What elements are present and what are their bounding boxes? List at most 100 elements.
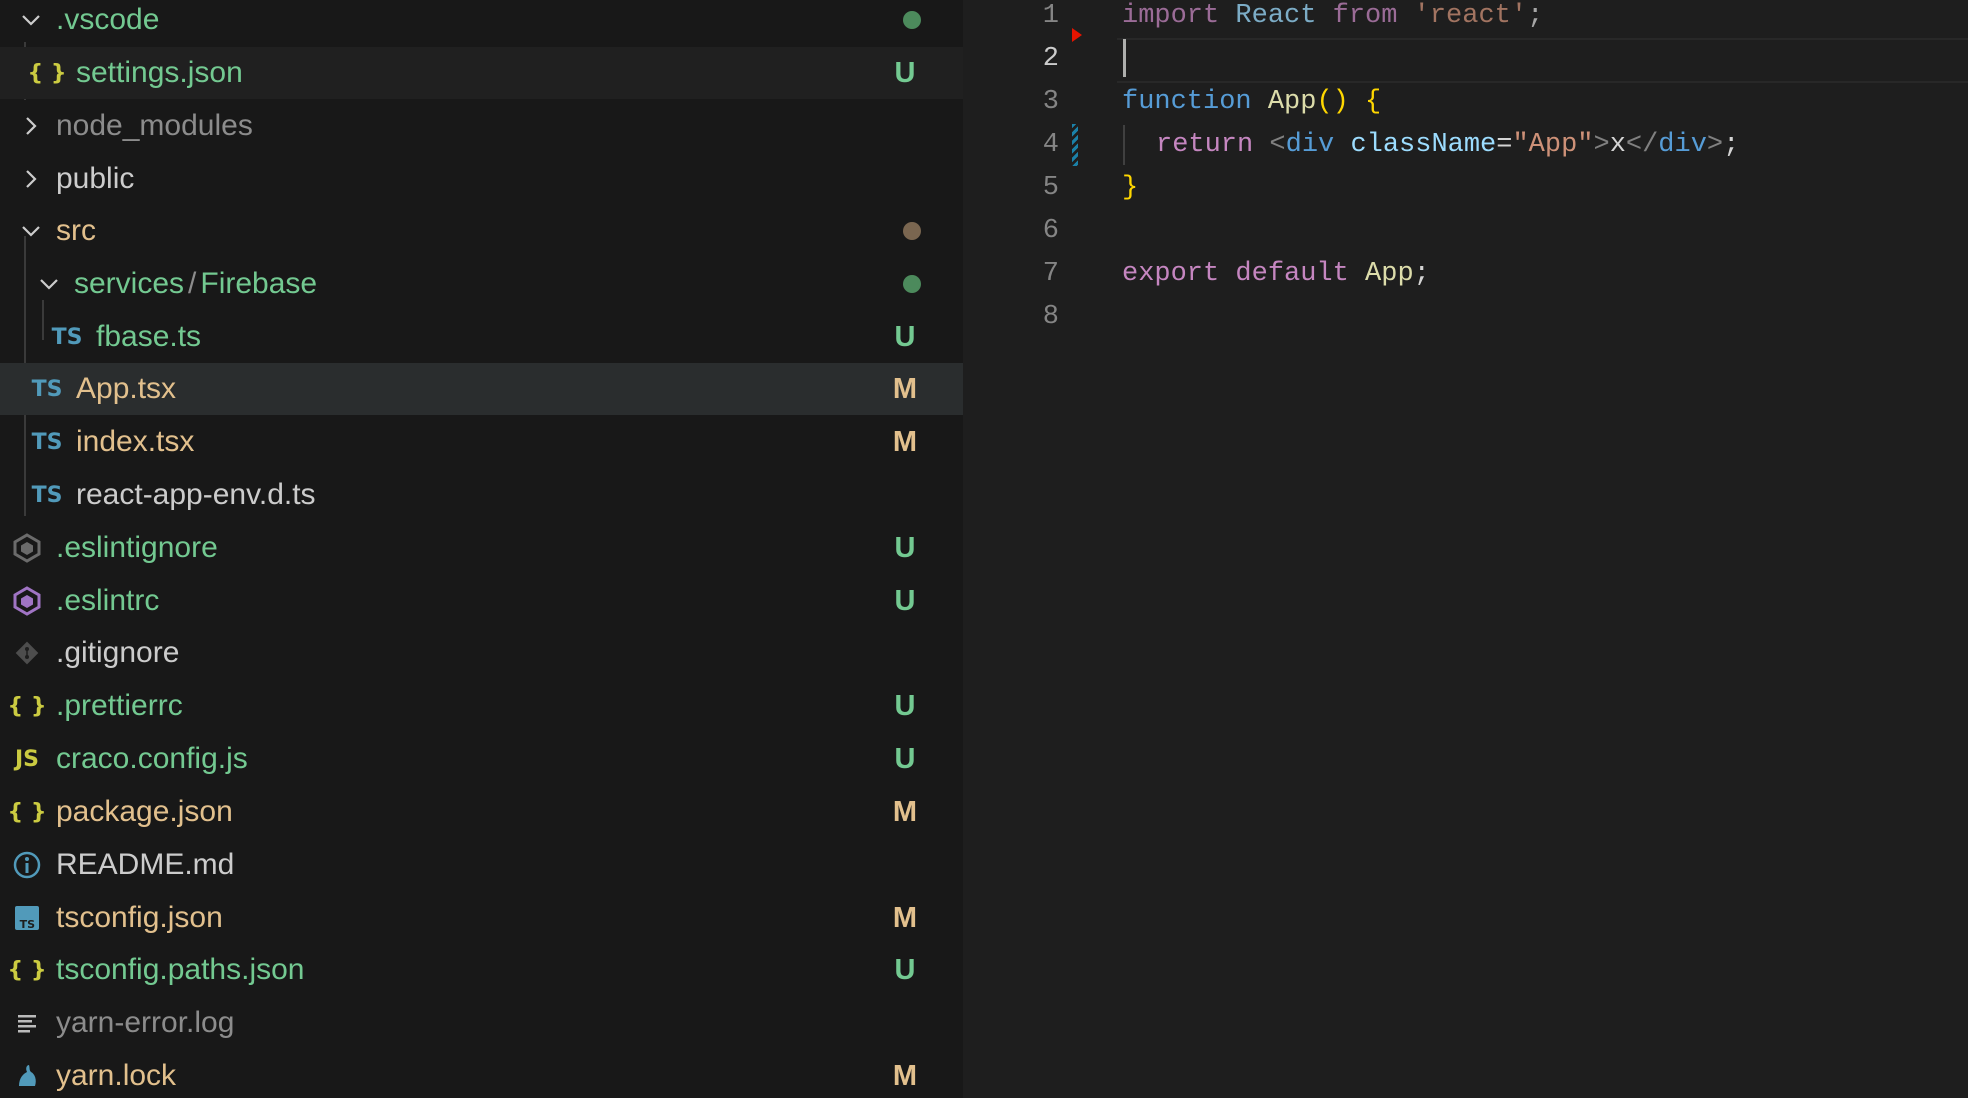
git-status-badge: M: [892, 1059, 918, 1092]
line-number: 8: [1042, 301, 1059, 332]
file-row-fbase-ts[interactable]: TS fbase.ts U: [0, 311, 963, 363]
file-row-tsconfig-json[interactable]: TS tsconfig.json M: [0, 892, 963, 944]
svg-text:TS: TS: [20, 918, 36, 931]
identifier-token: App: [1365, 258, 1414, 289]
file-row-yarn-lock[interactable]: yarn.lock M: [0, 1050, 963, 1098]
chevron-down-icon[interactable]: [16, 5, 46, 35]
line-number: 1: [1042, 0, 1059, 31]
code-line[interactable]: 3 function App() {: [963, 80, 1968, 123]
file-row-settings-json[interactable]: { } settings.json U: [0, 47, 963, 99]
punctuation-token: ;: [1527, 0, 1544, 31]
json-file-icon: { }: [7, 693, 47, 719]
folder-name-firebase: Firebase: [200, 267, 318, 300]
tsconfig-icon: TS: [8, 904, 46, 932]
punctuation-token: ;: [1723, 129, 1740, 160]
git-status-badge: M: [892, 901, 918, 934]
status-dot: [903, 275, 921, 293]
code-line[interactable]: 5 }: [963, 166, 1968, 209]
json-file-icon: { }: [27, 60, 67, 86]
code-line[interactable]: 6: [963, 209, 1968, 252]
log-file-icon: [8, 1010, 46, 1036]
typescript-file-icon: TS: [31, 376, 63, 402]
line-number: 6: [1042, 215, 1059, 246]
file-name: craco.config.js: [56, 742, 248, 775]
tag-bracket-token: <: [1269, 129, 1286, 160]
file-name: fbase.ts: [96, 320, 202, 353]
folder-name: .vscode: [56, 3, 160, 36]
code-line[interactable]: 7 export default App;: [963, 252, 1968, 295]
code-line-current[interactable]: 2: [963, 37, 1968, 80]
punctuation-token: =: [1496, 129, 1513, 160]
chevron-right-icon[interactable]: [16, 164, 46, 194]
folder-row-vscode[interactable]: .vscode: [0, 0, 963, 46]
path-separator: /: [188, 267, 197, 300]
git-status-badge: U: [894, 584, 916, 617]
file-row-react-app-env[interactable]: TS react-app-env.d.ts: [0, 469, 963, 521]
attribute-token: className: [1350, 129, 1497, 160]
git-status-badge: U: [894, 689, 916, 722]
line-number: 7: [1042, 258, 1059, 289]
eslint-ignore-icon: [8, 533, 46, 563]
function-name-token: App: [1267, 86, 1317, 117]
file-row-yarn-error-log[interactable]: yarn-error.log: [0, 997, 963, 1049]
git-status-badge: U: [894, 953, 916, 986]
file-row-craco-config[interactable]: JS craco.config.js U: [0, 733, 963, 785]
file-row-gitignore[interactable]: .gitignore: [0, 627, 963, 679]
code-content: function App() {: [1122, 87, 1381, 117]
line-number: 3: [1042, 86, 1059, 117]
brace-token: }: [1122, 172, 1139, 203]
line-number: 4: [1042, 129, 1059, 160]
file-name: README.md: [56, 848, 235, 881]
keyword-token: function: [1122, 86, 1252, 117]
git-status-badge: U: [894, 56, 916, 89]
string-token: "App": [1512, 129, 1594, 160]
keyword-token: return: [1156, 129, 1254, 160]
git-status-badge: U: [894, 742, 916, 775]
tag-bracket-token: </: [1625, 129, 1659, 160]
file-row-package-json[interactable]: { } package.json M: [0, 786, 963, 838]
file-row-index-tsx[interactable]: TS index.tsx M: [0, 416, 963, 468]
keyword-token: default: [1235, 258, 1349, 289]
code-editor[interactable]: 1 import React from 'react'; 2 3 functio…: [963, 0, 1968, 1098]
code-line[interactable]: 8: [963, 295, 1968, 338]
folder-row-node-modules[interactable]: node_modules: [0, 100, 963, 152]
status-dot: [903, 11, 921, 29]
typescript-file-icon: TS: [31, 429, 63, 455]
file-row-prettierrc[interactable]: { } .prettierrc U: [0, 680, 963, 732]
eslint-icon: [8, 586, 46, 616]
typescript-file-icon: TS: [51, 324, 83, 350]
jsx-text-token: x: [1609, 129, 1626, 160]
file-name: .gitignore: [56, 636, 180, 669]
chevron-right-icon[interactable]: [16, 111, 46, 141]
folder-row-public[interactable]: public: [0, 153, 963, 205]
file-row-app-tsx[interactable]: TS App.tsx M: [0, 363, 963, 415]
file-row-eslintignore[interactable]: .eslintignore U: [0, 522, 963, 574]
folder-name: src: [56, 214, 96, 247]
typescript-file-icon: TS: [31, 482, 63, 508]
text-cursor: [1123, 39, 1126, 77]
status-dot: [903, 222, 921, 240]
tag-name-token: div: [1658, 129, 1707, 160]
file-name: .eslintrc: [56, 584, 160, 617]
folder-row-services-firebase[interactable]: services / Firebase: [0, 258, 963, 310]
git-status-badge: M: [892, 372, 918, 405]
code-line[interactable]: 4 return <div className="App">x</div>;: [963, 123, 1968, 166]
keyword-token: import: [1122, 0, 1220, 31]
yarn-icon: [8, 1062, 46, 1090]
folder-name: node_modules: [56, 109, 253, 142]
file-row-readme[interactable]: README.md: [0, 839, 963, 891]
code-line[interactable]: 1 import React from 'react';: [963, 0, 1968, 37]
file-name: yarn-error.log: [56, 1006, 235, 1039]
folder-row-src[interactable]: src: [0, 205, 963, 257]
chevron-down-icon[interactable]: [34, 269, 64, 299]
punctuation-token: ;: [1413, 258, 1430, 289]
chevron-down-icon[interactable]: [16, 216, 46, 246]
git-status-badge: U: [894, 320, 916, 353]
folder-name: public: [56, 162, 135, 195]
file-row-eslintrc[interactable]: .eslintrc U: [0, 575, 963, 627]
file-name: settings.json: [76, 56, 243, 89]
file-name: yarn.lock: [56, 1059, 177, 1092]
folder-name-services: services: [74, 267, 185, 300]
code-content: export default App;: [1122, 259, 1430, 289]
file-row-tsconfig-paths[interactable]: { } tsconfig.paths.json U: [0, 944, 963, 996]
